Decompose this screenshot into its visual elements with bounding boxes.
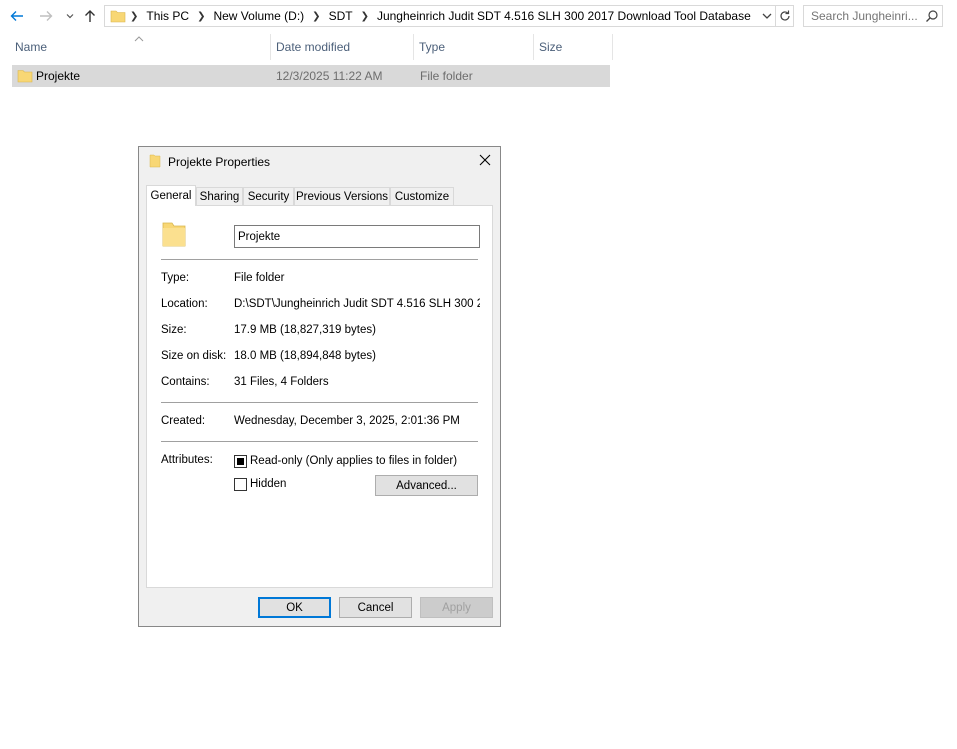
- column-header-name-label: Name: [15, 40, 48, 54]
- column-divider[interactable]: [612, 34, 613, 60]
- location-label: Location:: [161, 298, 208, 310]
- chevron-right-icon: ❯: [360, 10, 369, 22]
- hidden-checkbox[interactable]: [234, 478, 247, 491]
- contains-value: 31 Files, 4 Folders: [234, 376, 329, 388]
- divider: [161, 259, 478, 260]
- type-value: File folder: [234, 272, 285, 284]
- large-folder-icon: [161, 220, 187, 251]
- column-header-date-label: Date modified: [276, 40, 351, 54]
- column-header-type[interactable]: Type: [415, 34, 533, 60]
- type-label: Type:: [161, 272, 190, 284]
- breadcrumb-sdt[interactable]: SDT: [329, 9, 353, 23]
- dialog-title: Projekte Properties: [168, 155, 271, 169]
- tab-sharing[interactable]: Sharing: [196, 187, 243, 206]
- size-label: Size:: [161, 324, 187, 336]
- chevron-right-icon: ❯: [312, 10, 321, 22]
- file-date: 12/3/2025 11:22 AM: [276, 69, 383, 83]
- column-header-date[interactable]: Date modified: [272, 34, 413, 60]
- tab-previous-versions[interactable]: Previous Versions: [294, 187, 390, 206]
- size-value: 17.9 MB (18,827,319 bytes): [234, 324, 376, 336]
- size-on-disk-label: Size on disk:: [161, 350, 227, 362]
- file-name: Projekte: [36, 69, 81, 83]
- created-label: Created:: [161, 415, 206, 427]
- column-divider[interactable]: [413, 34, 414, 60]
- properties-dialog: Projekte Properties General Sharing Secu…: [138, 146, 501, 627]
- column-header-type-label: Type: [419, 40, 446, 54]
- created-value: Wednesday, December 3, 2025, 2:01:36 PM: [234, 415, 460, 427]
- readonly-label[interactable]: Read-only (Only applies to files in fold…: [250, 455, 457, 467]
- breadcrumb-current-folder[interactable]: Jungheinrich Judit SDT 4.516 SLH 300 201…: [377, 9, 751, 23]
- advanced-button[interactable]: Advanced...: [375, 475, 478, 496]
- back-button[interactable]: [7, 6, 27, 26]
- hidden-label[interactable]: Hidden: [250, 478, 286, 490]
- column-header-size-label: Size: [539, 40, 563, 54]
- column-header-size[interactable]: Size: [535, 34, 612, 60]
- search-icon[interactable]: [925, 9, 939, 26]
- chevron-right-icon: ❯: [130, 10, 139, 22]
- tab-security[interactable]: Security: [243, 187, 294, 206]
- attributes-label: Attributes:: [161, 454, 213, 466]
- column-header-name[interactable]: Name: [11, 34, 270, 60]
- refresh-icon[interactable]: [778, 8, 792, 27]
- folder-name-input[interactable]: [234, 225, 480, 248]
- breadcrumb-new-volume[interactable]: New Volume (D:): [213, 9, 304, 23]
- close-icon[interactable]: [478, 153, 492, 170]
- address-divider: [775, 6, 776, 26]
- location-value: D:\SDT\Jungheinrich Judit SDT 4.516 SLH …: [234, 298, 480, 310]
- forward-button[interactable]: [36, 6, 56, 26]
- apply-button[interactable]: Apply: [420, 597, 493, 618]
- file-type: File folder: [420, 69, 473, 83]
- folder-icon: [17, 68, 33, 87]
- ok-button[interactable]: OK: [258, 597, 331, 618]
- file-row[interactable]: Projekte 12/3/2025 11:22 AM File folder: [12, 65, 610, 87]
- divider: [161, 441, 478, 442]
- search-input[interactable]: [811, 9, 923, 23]
- arrow-right-icon: [40, 11, 53, 21]
- divider: [161, 402, 478, 403]
- folder-icon: [110, 8, 126, 24]
- chevron-right-icon: ❯: [197, 10, 206, 22]
- arrow-left-icon: [10, 11, 23, 21]
- size-on-disk-value: 18.0 MB (18,894,848 bytes): [234, 350, 376, 362]
- folder-icon: [148, 154, 162, 171]
- general-panel: Type: File folder Location: D:\SDT\Jungh…: [146, 205, 493, 588]
- breadcrumb-this-pc[interactable]: This PC: [146, 9, 189, 23]
- recent-locations-button[interactable]: [60, 6, 80, 26]
- readonly-checkbox[interactable]: [234, 455, 247, 468]
- cancel-button[interactable]: Cancel: [339, 597, 412, 618]
- column-divider[interactable]: [270, 34, 271, 60]
- tab-general[interactable]: General: [146, 185, 196, 206]
- tab-customize[interactable]: Customize: [390, 187, 454, 206]
- up-button[interactable]: [80, 6, 100, 26]
- contains-label: Contains:: [161, 376, 210, 388]
- search-box[interactable]: [803, 5, 943, 27]
- arrow-up-icon: [85, 10, 95, 22]
- address-dropdown-icon[interactable]: [761, 9, 773, 26]
- address-bar[interactable]: ❯ This PC ❯ New Volume (D:) ❯ SDT ❯ Jung…: [104, 5, 794, 27]
- chevron-down-icon: [66, 14, 74, 19]
- column-divider[interactable]: [533, 34, 534, 60]
